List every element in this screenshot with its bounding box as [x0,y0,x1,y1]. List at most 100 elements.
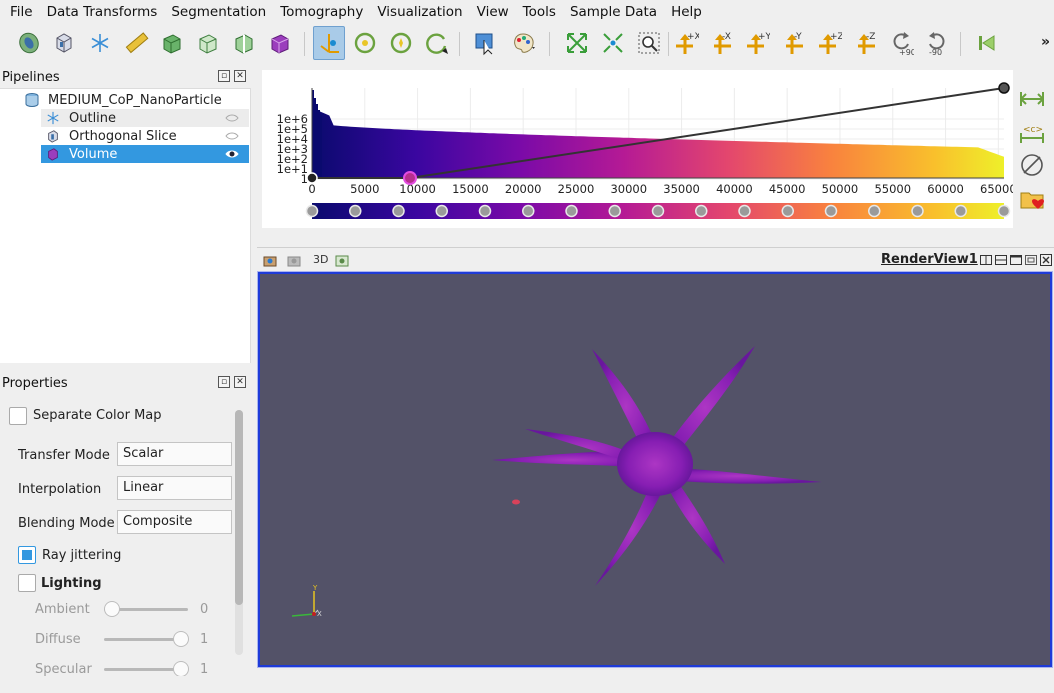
menu-tomography[interactable]: Tomography [273,0,370,24]
capture-screenshot-icon[interactable] [263,253,277,267]
menu-view[interactable]: View [470,0,516,24]
split-horizontal-icon[interactable] [979,253,993,267]
close-panel-button[interactable]: ✕ [234,376,246,388]
x-tick-label: 10000 [399,182,436,196]
volume-cube-button[interactable] [48,26,80,60]
pipeline-item-volume[interactable]: Volume [41,145,249,163]
ruler-button[interactable] [120,26,152,60]
center-rotation-button[interactable] [385,26,417,60]
reset-range-icon[interactable] [1018,86,1046,112]
menu-file[interactable]: File [4,0,40,24]
render-view-canvas[interactable]: Y X [257,271,1053,668]
color-map-control-point[interactable] [522,204,535,218]
properties-scrollbar-thumb[interactable] [235,410,243,605]
nanoparticle-volume-render[interactable]: Y X [260,274,1050,665]
separate-color-map-checkbox[interactable] [9,407,27,425]
opacity-control-point[interactable] [998,82,1010,94]
rotate-button[interactable] [421,26,453,60]
color-map-control-point[interactable] [695,204,708,218]
pipeline-item-orthogonal-slice[interactable]: Orthogonal Slice [41,127,249,145]
render-view-title[interactable]: RenderView1 [881,252,978,267]
blending-mode-select[interactable]: Composite [117,510,232,534]
eye-open-icon[interactable] [225,147,239,161]
box-3d-button[interactable] [156,26,188,60]
float-panel-button[interactable]: ▫ [218,376,230,388]
view-minus-z-button[interactable]: -Z [849,26,881,60]
opacity-control-point[interactable] [306,172,318,184]
split-vertical-icon[interactable] [994,253,1008,267]
color-map-control-point[interactable] [435,204,448,218]
color-map-control-point[interactable] [565,204,578,218]
pipeline-item-outline[interactable]: Outline [41,109,249,127]
float-view-icon[interactable] [1024,253,1038,267]
color-map-control-point[interactable] [608,204,621,218]
diffuse-slider-handle[interactable] [173,631,189,647]
close-view-icon[interactable] [1039,253,1053,267]
view-plus-y-button[interactable]: +Y [741,26,773,60]
favorite-presets-icon[interactable] [1018,186,1046,212]
eye-closed-icon[interactable] [225,129,239,143]
menu-segmentation[interactable]: Segmentation [164,0,273,24]
color-map-control-point[interactable] [392,204,405,218]
cut-box-button[interactable] [228,26,260,60]
color-map-control-point[interactable] [781,204,794,218]
color-map-control-point[interactable] [305,204,319,218]
color-map-control-point[interactable] [349,204,362,218]
rotate-plus-90-button[interactable]: +90 [885,26,917,60]
color-map-control-point[interactable] [868,204,881,218]
menu-tools[interactable]: Tools [516,0,563,24]
transfer-mode-select[interactable]: Scalar [117,442,232,466]
menu-sample-data[interactable]: Sample Data [563,0,664,24]
snowflake-button[interactable] [84,26,116,60]
menu-visualization[interactable]: Visualization [370,0,469,24]
diffuse-value: 1 [200,632,209,647]
view-plus-x-button[interactable]: +X [670,26,702,60]
interpolation-select[interactable]: Linear [117,476,232,500]
custom-range-icon[interactable]: <c> [1018,120,1046,146]
eye-closed-icon[interactable] [225,111,239,125]
menu-data-transforms[interactable]: Data Transforms [40,0,165,24]
ray-jittering-checkbox[interactable] [18,546,36,564]
camera-settings-icon[interactable] [335,253,349,267]
color-map-control-point[interactable] [911,204,924,218]
reconstruct-button[interactable] [13,26,45,60]
color-map-control-point[interactable] [997,204,1011,218]
opacity-control-point-selected[interactable] [403,171,417,185]
opacity-curve-icon[interactable] [1018,152,1046,178]
zoom-extents-button[interactable] [561,26,593,60]
outline-box-button[interactable] [192,26,224,60]
color-map-control-point[interactable] [738,204,751,218]
reset-zoom-button[interactable] [597,26,629,60]
float-panel-button[interactable]: ▫ [218,70,230,82]
camera-undo-icon[interactable] [287,253,301,267]
histogram-chart[interactable]: 1e+61e+51e+41e+31e+21e+11 0 5000 10000 1500… [262,70,1017,228]
interact-axes-button[interactable] [313,26,345,60]
color-palette-button[interactable] [507,26,539,60]
close-panel-button[interactable]: ✕ [234,70,246,82]
view-minus-y-button[interactable]: -Y [777,26,809,60]
transfer-function-editor[interactable]: 1e+6 1e+5 1e+4 1e+3 1e+2 1e+1 1 0 5000 10000 1500… [262,70,1017,228]
view-minus-x-button[interactable]: -X [705,26,737,60]
x-tick-labels: 0 5000 10000 15000 20000 25000 30000 35000 40000… [308,182,1016,196]
rotate-minus-90-button[interactable]: -90 [921,26,953,60]
specular-value: 1 [200,662,209,676]
color-map-control-point[interactable] [824,204,838,218]
view-mode-toggle[interactable]: 3D [313,253,328,266]
lighting-checkbox[interactable] [18,574,36,592]
properties-scrollbar[interactable] [235,410,243,655]
color-map-control-point[interactable] [478,204,492,218]
purple-cube-button[interactable] [264,26,296,60]
first-frame-button[interactable] [970,26,1002,60]
maximize-icon[interactable] [1009,253,1023,267]
reset-camera-button[interactable] [349,26,381,60]
pick-button[interactable] [469,26,501,60]
specular-slider-handle[interactable] [173,661,189,676]
color-map-control-point[interactable] [954,204,967,218]
view-plus-z-button[interactable]: +Z [813,26,845,60]
pipeline-root-item[interactable]: MEDIUM_CoP_NanoParticle [24,91,222,109]
zoom-box-button[interactable] [633,26,665,60]
menu-help[interactable]: Help [664,0,709,24]
ambient-slider-handle[interactable] [104,601,120,617]
toolbar-overflow-button[interactable]: » [1041,34,1050,50]
color-map-control-point[interactable] [651,204,665,218]
